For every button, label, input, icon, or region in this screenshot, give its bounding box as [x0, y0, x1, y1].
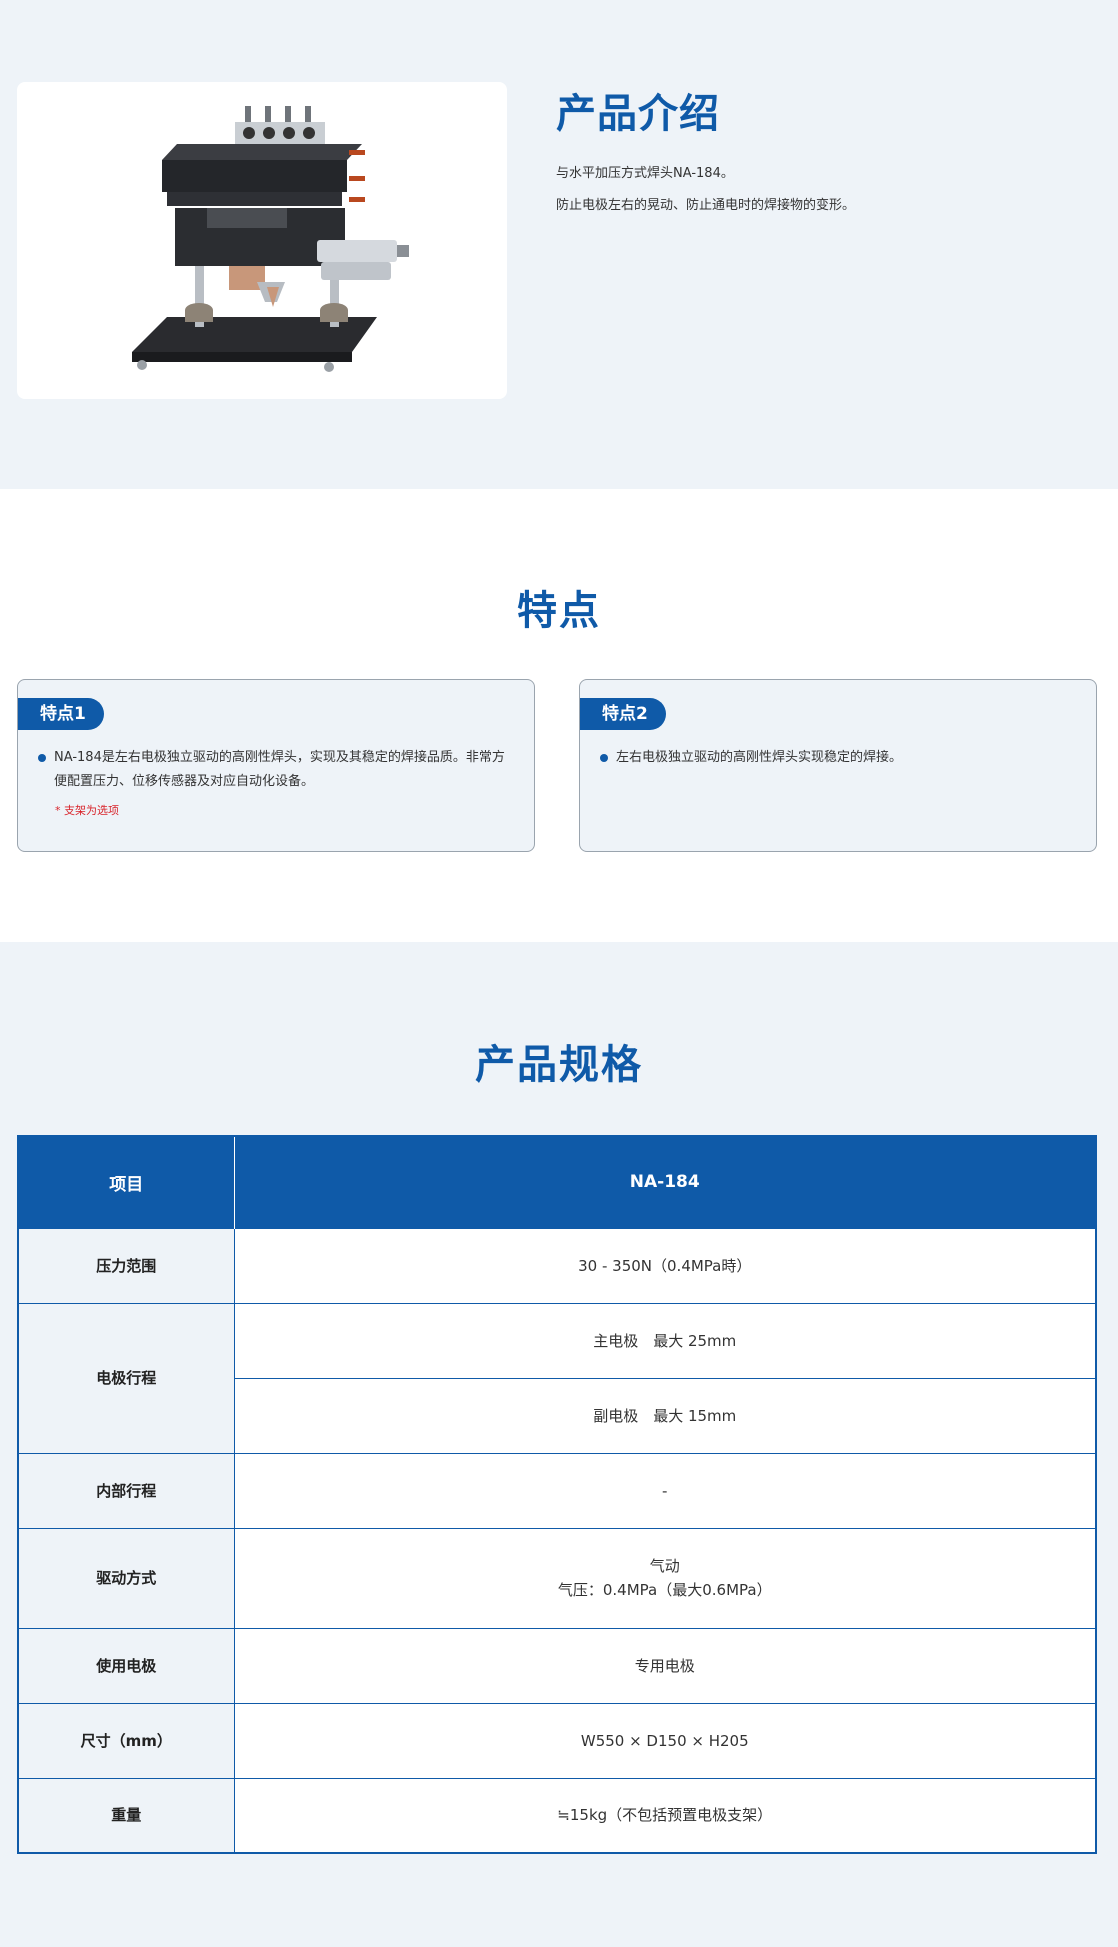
feature-card-1: 特点1 NA-184是左右电极独立驱动的高刚性焊头，实现及其稳定的焊接品质。非常…	[17, 679, 535, 852]
intro-line-2: 防止电极左右的晃动、防止通电时的焊接物的变形。	[556, 198, 856, 213]
table-row: 压力范围 30 - 350N（0.4MPa時）	[17, 1227, 1097, 1304]
specs-section: 产品规格 项目 NA-184 压力范围 30 - 350N（0.4MPa時） 电…	[0, 942, 1118, 1947]
feature-note-1: * 支架为选项	[55, 804, 119, 817]
spec-label-internal: 内部行程	[17, 1452, 235, 1529]
welding-head-product-image	[132, 106, 409, 372]
spec-label-stroke: 电极行程	[17, 1302, 235, 1454]
feature-badge-2: 特点2	[580, 698, 666, 730]
feature-body-1: NA-184是左右电极独立驱动的高刚性焊头，实现及其稳定的焊接品质。非常方便配置…	[38, 746, 514, 818]
feature-text-2: 左右电极独立驱动的高刚性焊头实现稳定的焊接。	[616, 750, 903, 765]
feature-text-1: NA-184是左右电极独立驱动的高刚性焊头，实现及其稳定的焊接品质。非常方便配置…	[54, 750, 505, 789]
spec-value-drive-line1: 气动	[649, 1557, 680, 1575]
spec-label-pressure: 压力范围	[17, 1227, 235, 1304]
spec-value-drive-line2: 气压：0.4MPa（最大0.6MPa）	[557, 1581, 772, 1599]
specs-title: 产品规格	[475, 1042, 643, 1088]
feature-body-2: 左右电极独立驱动的高刚性焊头实现稳定的焊接。	[600, 746, 1076, 770]
spec-header-row: 项目 NA-184	[18, 1136, 1096, 1228]
spec-value-pressure: 30 - 350N（0.4MPa時）	[233, 1227, 1097, 1304]
feature-point-2: 左右电极独立驱动的高刚性焊头实现稳定的焊接。	[600, 746, 1076, 770]
spec-value-drive: 气动 气压：0.4MPa（最大0.6MPa）	[233, 1527, 1097, 1629]
spec-label-electrode: 使用电极	[17, 1627, 235, 1704]
spec-value-size: W550 × D150 × H205	[233, 1702, 1097, 1779]
table-row: 内部行程 -	[17, 1452, 1097, 1529]
table-row: 电极行程 主电极 最大 25mm	[17, 1302, 1097, 1454]
spec-table: 项目 NA-184 压力范围 30 - 350N（0.4MPa時） 电极行程 主…	[17, 1135, 1097, 1854]
intro-line-1: 与水平加压方式焊头NA-184。	[556, 166, 734, 181]
feature-card-2: 特点2 左右电极独立驱动的高刚性焊头实现稳定的焊接。	[579, 679, 1097, 852]
spec-header-item: 项目	[18, 1136, 235, 1228]
table-row: 使用电极 专用电极	[17, 1627, 1097, 1704]
product-intro-section: 产品介绍 与水平加压方式焊头NA-184。 防止电极左右的晃动、防止通电时的焊接…	[0, 0, 1118, 489]
spec-value-stroke-main: 主电极 最大 25mm	[233, 1302, 1097, 1379]
spec-label-weight: 重量	[17, 1777, 235, 1854]
features-title: 特点	[517, 588, 601, 634]
feature-point-1: NA-184是左右电极独立驱动的高刚性焊头，实现及其稳定的焊接品质。非常方便配置…	[38, 746, 514, 794]
spec-header-model: NA-184	[234, 1136, 1096, 1228]
spec-value-electrode: 专用电极	[233, 1627, 1097, 1704]
spec-value-stroke-sub: 副电极 最大 15mm	[233, 1377, 1097, 1454]
spec-value-internal: -	[233, 1452, 1097, 1529]
intro-text-block: 产品介绍 与水平加压方式焊头NA-184。 防止电极左右的晃动、防止通电时的焊接…	[556, 88, 1076, 222]
features-section: 特点 特点1 NA-184是左右电极独立驱动的高刚性焊头，实现及其稳定的焊接品质…	[0, 489, 1118, 942]
spec-value-weight: ≒15kg（不包括预置电极支架）	[233, 1777, 1097, 1854]
table-row: 驱动方式 气动 气压：0.4MPa（最大0.6MPa）	[17, 1527, 1097, 1629]
spec-label-size: 尺寸（mm）	[17, 1702, 235, 1779]
feature-badge-1: 特点1	[18, 698, 104, 730]
table-row: 尺寸（mm） W550 × D150 × H205	[17, 1702, 1097, 1779]
table-row: 重量 ≒15kg（不包括预置电极支架）	[17, 1777, 1097, 1854]
bullet-dot-icon	[600, 754, 608, 762]
spec-label-drive: 驱动方式	[17, 1527, 235, 1629]
bullet-dot-icon	[38, 754, 46, 762]
intro-title: 产品介绍	[556, 91, 720, 137]
product-image-card	[17, 82, 507, 399]
